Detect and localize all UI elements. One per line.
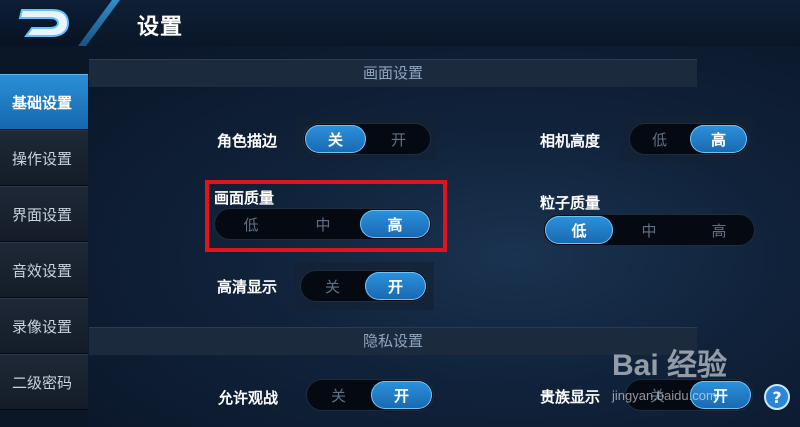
sidebar-item-basic[interactable]: 基础设置 <box>0 74 88 130</box>
particle-toggle[interactable]: 低 中 高 <box>543 214 755 246</box>
spectate-option-on[interactable]: 开 <box>371 381 432 409</box>
header-bar: 设置 <box>0 0 800 46</box>
camera-option-high[interactable]: 高 <box>690 125 747 153</box>
watermark-url: jingyan.baidu.com <box>612 388 717 403</box>
hd-option-on[interactable]: 开 <box>365 272 426 300</box>
sidebar-item-sound[interactable]: 音效设置 <box>0 242 88 298</box>
sidebar-item-password[interactable]: 二级密码 <box>0 354 88 410</box>
section-header-display: 画面设置 <box>89 59 697 87</box>
page-title: 设置 <box>137 15 184 40</box>
hd-label: 高清显示 <box>217 278 278 296</box>
hd-toggle[interactable]: 关 开 <box>300 270 428 302</box>
logo-icon <box>18 9 70 37</box>
outline-option-off[interactable]: 关 <box>305 125 366 153</box>
baidu-watermark: Bai 经验 jingyan.baidu.com <box>612 340 762 410</box>
section-header-privacy: 隐私设置 <box>89 327 697 355</box>
sidebar: 基础设置 操作设置 界面设置 音效设置 录像设置 二级密码 <box>0 74 88 410</box>
camera-height-toggle[interactable]: 低 高 <box>629 123 749 155</box>
noble-label: 贵族显示 <box>540 388 601 406</box>
spectate-toggle[interactable]: 关 开 <box>306 379 434 411</box>
outline-option-on[interactable]: 开 <box>368 125 429 153</box>
outline-label: 角色描边 <box>217 132 278 150</box>
particle-label: 粒子质量 <box>540 194 601 212</box>
particle-option-low[interactable]: 低 <box>545 216 613 244</box>
camera-option-low[interactable]: 低 <box>631 125 688 153</box>
sidebar-item-replay[interactable]: 录像设置 <box>0 298 88 354</box>
sidebar-item-controls[interactable]: 操作设置 <box>0 130 88 186</box>
camera-label: 相机高度 <box>540 132 601 150</box>
hd-option-off[interactable]: 关 <box>302 272 363 300</box>
particle-option-medium[interactable]: 中 <box>615 216 683 244</box>
highlight-annotation-box <box>205 180 447 252</box>
watermark-logo: Bai 经验 <box>612 349 728 382</box>
help-icon[interactable]: ? <box>764 384 790 410</box>
spectate-label: 允许观战 <box>218 389 279 407</box>
spectate-option-off[interactable]: 关 <box>308 381 369 409</box>
sidebar-item-interface[interactable]: 界面设置 <box>0 186 88 242</box>
particle-option-high[interactable]: 高 <box>685 216 753 244</box>
outline-toggle[interactable]: 关 开 <box>303 123 431 155</box>
